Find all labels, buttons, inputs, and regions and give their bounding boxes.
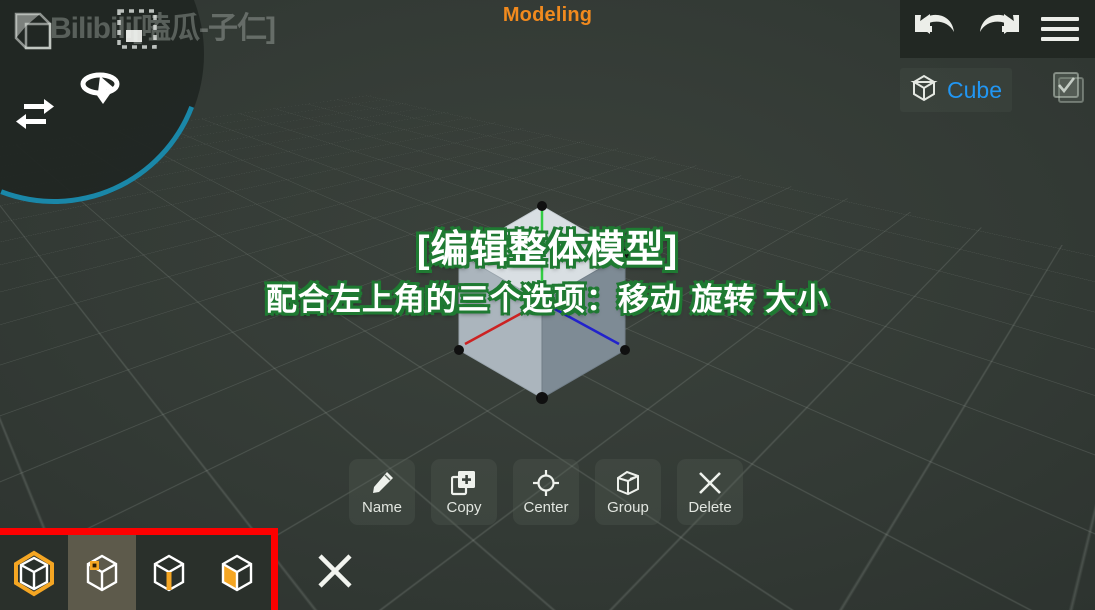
layer-visibility-checkbox[interactable] [1053, 72, 1087, 106]
box-icon [614, 469, 642, 497]
object-mode-icon [9, 548, 59, 598]
group-button[interactable]: Group [595, 459, 661, 525]
modeling-app-window: Bilibili[嗑瓜-子仁] Modeling Cube [编辑整体模型] 配… [0, 0, 1095, 610]
mode-button-vertex[interactable] [67, 535, 136, 610]
topright-toolbar [900, 0, 1095, 58]
mode-button-object[interactable] [0, 535, 68, 610]
crosshair-icon [532, 469, 560, 497]
pencil-icon [368, 469, 396, 497]
copy-button-label: Copy [446, 499, 482, 516]
undo-icon [914, 14, 954, 34]
group-button-label: Group [607, 499, 649, 516]
selection-mode-bar [0, 528, 278, 610]
delete-button-label: Delete [688, 499, 732, 516]
menu-button[interactable] [1036, 9, 1084, 49]
vertex-mode-icon [77, 548, 127, 598]
undo-button[interactable] [912, 9, 960, 49]
face-mode-icon [221, 554, 253, 591]
rotate-tool-icon[interactable] [76, 64, 124, 112]
copy-button[interactable]: Copy [431, 459, 497, 525]
center-button[interactable]: Center [513, 459, 579, 525]
close-mode-bar-button[interactable] [310, 546, 360, 596]
name-button-label: Name [361, 499, 402, 516]
layer-list: Cube [900, 64, 1095, 116]
redo-icon [979, 14, 1019, 34]
copy-plus-icon [450, 469, 478, 497]
object-action-toolbar: Name Copy Center Group Delete [349, 459, 743, 525]
mode-button-face[interactable] [203, 535, 271, 610]
hamburger-icon [1040, 15, 1079, 43]
cube-vertex-handle [454, 345, 464, 355]
name-button[interactable]: Name [349, 459, 415, 525]
mode-button-edge[interactable] [135, 535, 204, 610]
cube-vertex-handle [536, 392, 548, 404]
cube-vertex-handle [620, 345, 630, 355]
close-x-icon [696, 469, 724, 497]
caption-line-2: 配合左上角的三个选项：移动 旋转 大小 [265, 281, 830, 317]
move-tool-icon[interactable] [14, 94, 56, 136]
delete-button[interactable]: Delete [677, 459, 743, 525]
edge-mode-icon [154, 554, 185, 591]
close-icon [318, 554, 352, 588]
layer-item-cube[interactable]: Cube [900, 68, 1012, 112]
caption-line-1: [编辑整体模型] [416, 229, 679, 271]
redo-button[interactable] [974, 9, 1022, 49]
center-button-label: Center [523, 499, 569, 516]
cube-icon [910, 74, 938, 107]
layer-name-label: Cube [947, 76, 1002, 103]
cube-vertex-handle [537, 201, 547, 211]
tutorial-caption: [编辑整体模型] 配合左上角的三个选项：移动 旋转 大小 [0, 228, 1095, 318]
